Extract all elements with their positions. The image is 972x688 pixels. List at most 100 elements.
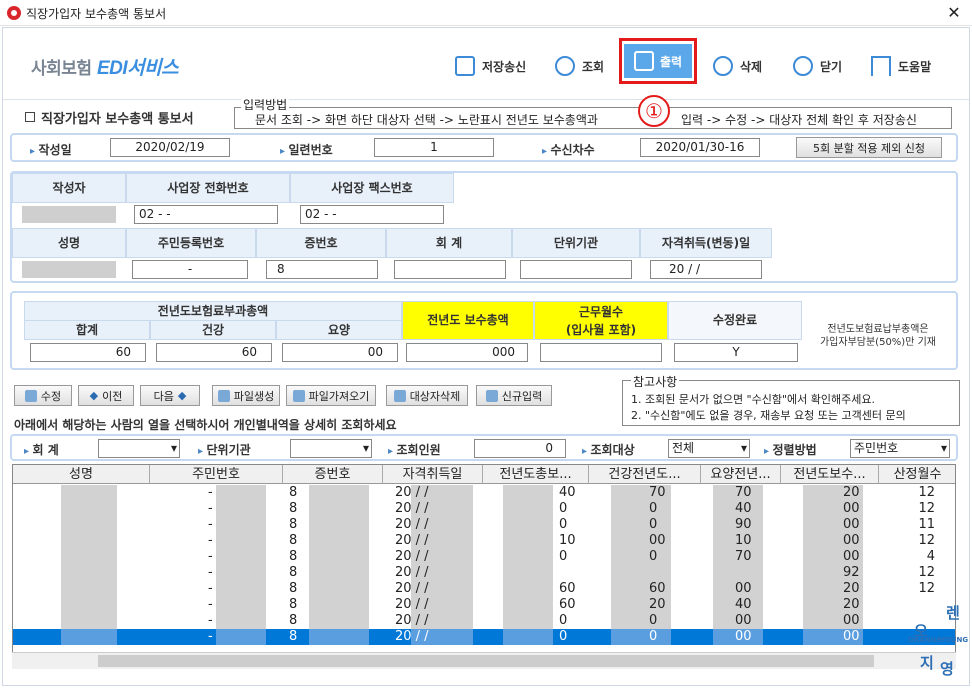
target-select[interactable]: 전체 ▾ xyxy=(668,439,750,458)
table-cell: 20 xyxy=(843,581,860,596)
table-cell: 8 xyxy=(289,629,298,644)
table-row[interactable]: -8 20 / /0 0 90 00 11 xyxy=(13,517,955,533)
target-delete-button[interactable]: 대상자삭제 xyxy=(386,385,468,406)
table-cell: 60 xyxy=(559,597,576,612)
masked-cell xyxy=(503,517,553,533)
close-button[interactable]: 닫기 xyxy=(793,54,842,78)
masked-cell xyxy=(216,629,266,645)
next-button[interactable]: 다음 ◆ xyxy=(140,385,200,406)
power-icon xyxy=(793,56,813,76)
acq-field[interactable]: 20 / / xyxy=(650,260,762,279)
column-header[interactable]: 건강전년도... xyxy=(589,465,701,484)
printer-icon xyxy=(633,51,654,71)
table-cell: 0 xyxy=(649,549,658,564)
done-field[interactable]: Y xyxy=(674,343,798,362)
table-cell: 12 xyxy=(918,501,935,516)
table-cell: 20 xyxy=(843,485,860,500)
fax-field[interactable]: 02 - - xyxy=(300,205,444,224)
column-header[interactable]: 자격취득일 xyxy=(383,465,483,484)
app-icon xyxy=(7,6,21,20)
document-icon xyxy=(25,112,35,122)
table-row[interactable]: - 8 20 / / 60 20 40 20 xyxy=(13,597,955,613)
writer-value[interactable] xyxy=(22,206,116,223)
table-row[interactable]: - 8 20 / / 40 70 70 20 12 xyxy=(13,485,955,501)
column-header[interactable]: 증번호 xyxy=(283,465,383,484)
column-header[interactable]: 성명 xyxy=(13,465,150,484)
date-field[interactable]: 2020/02/19 xyxy=(110,138,230,157)
edit-button[interactable]: 수정 xyxy=(14,385,72,406)
new-input-button[interactable]: 신규입력 xyxy=(476,385,552,406)
masked-cell xyxy=(309,629,369,645)
table-row[interactable]: -8 20 / /0 0 00 00 xyxy=(13,613,955,629)
print-button[interactable]: 출력 xyxy=(619,38,697,84)
table-cell: 20 / / xyxy=(395,565,429,580)
prev-total-field[interactable]: 000 xyxy=(406,343,528,362)
file-import-button[interactable]: 파일가져오기 xyxy=(286,385,376,406)
masked-cell xyxy=(309,485,369,501)
table-cell: 20 / / xyxy=(395,485,429,500)
prev-button[interactable]: ◆ 이전 xyxy=(78,385,134,406)
info-panel: 작성자 사업장 전화번호 사업장 팩스번호 02 - - 02 - - 성명 주… xyxy=(10,171,958,283)
masked-cell xyxy=(61,581,117,597)
column-header[interactable]: 전년도보수... xyxy=(781,465,879,484)
phone-header: 사업장 전화번호 xyxy=(126,173,290,203)
name-header: 성명 xyxy=(12,228,126,258)
table-cell: 00 xyxy=(735,613,752,628)
rrn-field[interactable]: - xyxy=(132,260,248,279)
column-header[interactable]: 주민번호 xyxy=(150,465,283,484)
phone-field[interactable]: 02 - - xyxy=(134,205,278,224)
writer-header: 작성자 xyxy=(12,173,126,203)
recv-field[interactable]: 2020/01/30-16 xyxy=(640,138,760,157)
column-header[interactable]: 전년도총보... xyxy=(483,465,589,484)
months-field[interactable] xyxy=(540,343,662,362)
help-button[interactable]: 도움말 xyxy=(871,54,931,78)
table-row[interactable]: - 8 20 / / 10 00 10 00 12 xyxy=(13,533,955,549)
masked-cell xyxy=(503,597,553,613)
table-cell: - xyxy=(208,581,213,596)
account-select[interactable]: ▾ xyxy=(98,439,180,458)
health-header: 건강 xyxy=(150,320,276,340)
masked-cell xyxy=(713,565,763,581)
file-create-button[interactable]: 파일생성 xyxy=(212,385,280,406)
table-row[interactable]: -8 20 / /0 0 40 00 12 xyxy=(13,501,955,517)
table-row[interactable]: -8 20 / /0 0 00 00 xyxy=(13,629,955,645)
unit-select[interactable]: ▾ xyxy=(290,439,372,458)
summary-note: 전년도보험료납부총액은 가입자부담분(50%)만 기재 xyxy=(819,324,936,348)
target-grid[interactable]: 성명 주민번호 증번호 자격취득일 전년도총보... 건강전년도... 요양전년... 전년도… xyxy=(12,464,956,669)
account-field[interactable] xyxy=(394,260,506,279)
query-button[interactable]: 조회 xyxy=(555,54,604,78)
card-field[interactable]: 8 xyxy=(266,260,378,279)
masked-cell xyxy=(309,517,369,533)
close-window-button[interactable]: ✕ xyxy=(940,2,968,24)
unit-field[interactable] xyxy=(520,260,632,279)
sort-select[interactable]: 주민번호 ▾ xyxy=(850,439,950,458)
table-cell: 40 xyxy=(559,485,576,500)
scrollbar-thumb[interactable] xyxy=(98,655,874,667)
horizontal-scrollbar[interactable] xyxy=(12,652,956,669)
premium-group-header: 전년도보험료부과총액 xyxy=(24,301,402,321)
column-header[interactable]: 요양전년... xyxy=(701,465,781,484)
table-cell: 8 xyxy=(289,549,298,564)
table-row[interactable]: - 8 20 / / 92 12 xyxy=(13,565,955,581)
health-field[interactable]: 60 xyxy=(156,343,272,362)
table-cell: 00 xyxy=(649,533,666,548)
serial-field[interactable]: 1 xyxy=(374,138,494,157)
save-send-button[interactable]: 저장송신 xyxy=(455,54,526,78)
name-value[interactable] xyxy=(22,261,116,278)
sum-field[interactable]: 60 xyxy=(30,343,146,362)
table-row[interactable]: -8 20 / /0 0 70 00 4 xyxy=(13,549,955,565)
column-header[interactable]: 산정월수 xyxy=(879,465,955,484)
delete-button[interactable]: 삭제 xyxy=(713,54,762,78)
table-cell: 8 xyxy=(289,565,298,580)
masked-cell xyxy=(503,565,553,581)
step-marker: ① xyxy=(638,95,670,127)
masked-cell xyxy=(503,549,553,565)
split-exempt-button[interactable]: 5회 분할 적용 제외 신청 xyxy=(796,137,942,158)
table-cell: 20 / / xyxy=(395,613,429,628)
table-row[interactable]: -8 20 / /60 60 00 20 12 xyxy=(13,581,955,597)
care-field[interactable]: 00 xyxy=(282,343,398,362)
table-cell: 00 xyxy=(843,501,860,516)
masked-cell xyxy=(309,501,369,517)
table-cell: 20 / / xyxy=(395,517,429,532)
masked-cell xyxy=(503,501,553,517)
